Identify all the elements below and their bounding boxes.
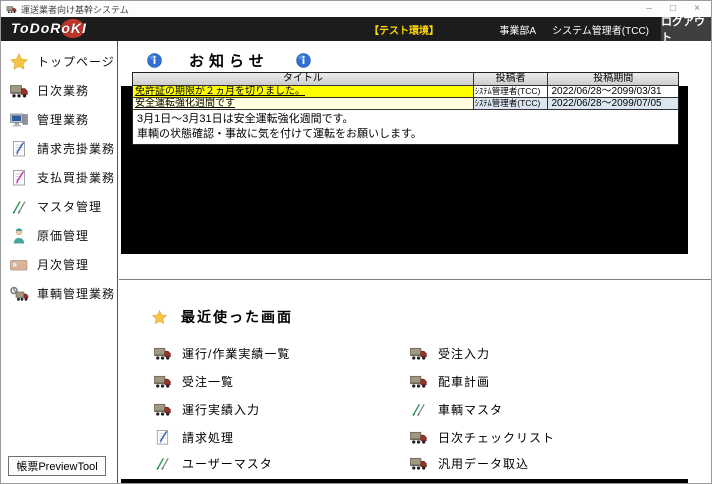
app-window: 運送業者向け基幹システム – □ × ToDoRoKI 【テスト環境】 事業部A…	[0, 0, 712, 484]
pencils-icon	[409, 400, 428, 419]
poster-cell: ｼｽﾃﾑ管理者(TCC)	[473, 98, 549, 110]
sidebar-item-payment-payable[interactable]: 支払買掛業務	[1, 163, 117, 192]
sidebar-item-daily-work[interactable]: 日次業務	[1, 76, 117, 105]
window-title: 運送業者向け基幹システム	[21, 4, 129, 15]
report-preview-tool-button[interactable]: 帳票PreviewTool	[8, 456, 106, 476]
recent-screens-title: 最近使った画面	[181, 309, 293, 325]
recent-item-user-master[interactable]: ユーザーマスタ	[153, 453, 273, 473]
brand-logo-text: ToDoRoKI	[11, 20, 87, 36]
announcements-heading: お知らせ	[146, 51, 312, 70]
recent-item-operation-results-entry[interactable]: 運行実績入力	[153, 399, 260, 419]
app-header-bar: ToDoRoKI 【テスト環境】 事業部A システム管理者(TCC) ログアウト	[1, 16, 711, 44]
table-row: 免許証の期限が２ヵ月を切りました。 ｼｽﾃﾑ管理者(TCC) 2022/06/2…	[133, 86, 678, 98]
recent-screens-heading: 最近使った画面	[151, 307, 293, 327]
main-content: お知らせ タイトル 投稿者 投稿期間 免許証の期限が２ヵ月を切りました。 ｼｽﾃ…	[119, 41, 711, 483]
sidebar-item-master-management[interactable]: マスタ管理	[1, 192, 117, 221]
period-cell: 2022/06/28～2099/07/05	[548, 98, 678, 110]
table-header-row: タイトル 投稿者 投稿期間	[133, 73, 678, 86]
recent-item-billing-process[interactable]: 請求処理	[153, 427, 234, 447]
truck-tool-icon	[9, 284, 29, 304]
note-pink-icon	[9, 168, 29, 188]
sidebar-item-cost-management[interactable]: 原価管理	[1, 221, 117, 250]
pencils-icon	[9, 197, 29, 217]
recent-item-generic-data-import[interactable]: 汎用データ取込	[409, 453, 529, 473]
announcements-table: タイトル 投稿者 投稿期間 免許証の期限が２ヵ月を切りました。 ｼｽﾃﾑ管理者(…	[132, 72, 679, 145]
column-header-poster: 投稿者	[473, 73, 549, 86]
truck-icon	[409, 428, 428, 447]
announcement-link[interactable]: 免許証の期限が２ヵ月を切りました。	[133, 86, 474, 98]
sidebar-item-monthly-management[interactable]: 月次管理	[1, 250, 117, 279]
environment-badge: 【テスト環境】	[369, 25, 439, 37]
note-blue-icon	[9, 139, 29, 159]
truck-icon	[409, 344, 428, 363]
logout-button[interactable]: ログアウト	[661, 16, 711, 44]
announcement-detail-line: 3月1日～3月31日は安全運転強化週間です。	[137, 113, 354, 125]
announcement-detail: 3月1日～3月31日は安全運転強化週間です。 車輌の状態確認・事故に気を付けて運…	[133, 110, 678, 144]
truck-icon	[153, 372, 172, 391]
section-divider	[119, 279, 711, 280]
column-header-title: タイトル	[133, 73, 474, 86]
truck-icon	[409, 454, 428, 473]
recent-item-daily-checklist[interactable]: 日次チェックリスト	[409, 427, 555, 447]
announcements-title: お知らせ	[189, 52, 269, 70]
star-icon	[9, 52, 29, 72]
division-label: 事業部A	[499, 25, 537, 37]
recent-item-dispatch-plan[interactable]: 配車計画	[409, 371, 490, 391]
info-icon[interactable]	[146, 52, 163, 69]
recent-item-operation-work-results-list[interactable]: 運行/作業実績一覧	[153, 343, 290, 363]
recent-item-order-entry[interactable]: 受注入力	[409, 343, 490, 363]
app-icon	[6, 4, 17, 15]
user-label: システム管理者(TCC)	[552, 25, 649, 37]
note-blue-icon	[153, 428, 172, 447]
monitor-icon	[9, 110, 29, 130]
poster-cell: ｼｽﾃﾑ管理者(TCC)	[473, 86, 549, 98]
sidebar-item-admin-work[interactable]: 管理業務	[1, 105, 117, 134]
truck-icon	[153, 344, 172, 363]
info-icon[interactable]	[295, 52, 312, 69]
calc-icon	[9, 255, 29, 275]
minimize-button[interactable]: –	[637, 1, 661, 17]
truck-icon	[153, 400, 172, 419]
truck-icon	[409, 372, 428, 391]
sidebar-item-top-page[interactable]: トップページ	[1, 47, 117, 76]
table-row: 安全運転強化週間です ｼｽﾃﾑ管理者(TCC) 2022/06/28～2099/…	[133, 98, 678, 110]
cutoff-black-area	[121, 479, 688, 483]
person-icon	[9, 226, 29, 246]
truck-icon	[9, 81, 29, 101]
announcement-detail-line: 車輌の状態確認・事故に気を付けて運転をお願いします。	[137, 128, 422, 140]
titlebar: 運送業者向け基幹システム – □ ×	[1, 1, 711, 17]
brand-logo: ToDoRoKI	[9, 17, 119, 41]
sidebar-item-vehicle-management[interactable]: 車輌管理業務	[1, 279, 117, 308]
announcement-link[interactable]: 安全運転強化週間です	[133, 98, 474, 110]
period-cell: 2022/06/28～2099/03/31	[548, 86, 678, 98]
column-header-period: 投稿期間	[548, 73, 678, 86]
star-icon	[151, 309, 168, 326]
recent-item-vehicle-master[interactable]: 車輌マスタ	[409, 399, 503, 419]
recent-item-order-list[interactable]: 受注一覧	[153, 371, 234, 391]
pencils-icon	[153, 454, 172, 473]
sidebar-item-billing-receivable[interactable]: 請求売掛業務	[1, 134, 117, 163]
sidebar: トップページ 日次業務 管理業務 請求売掛業務 支払買掛業務 マスタ管理 原価管…	[1, 41, 118, 483]
